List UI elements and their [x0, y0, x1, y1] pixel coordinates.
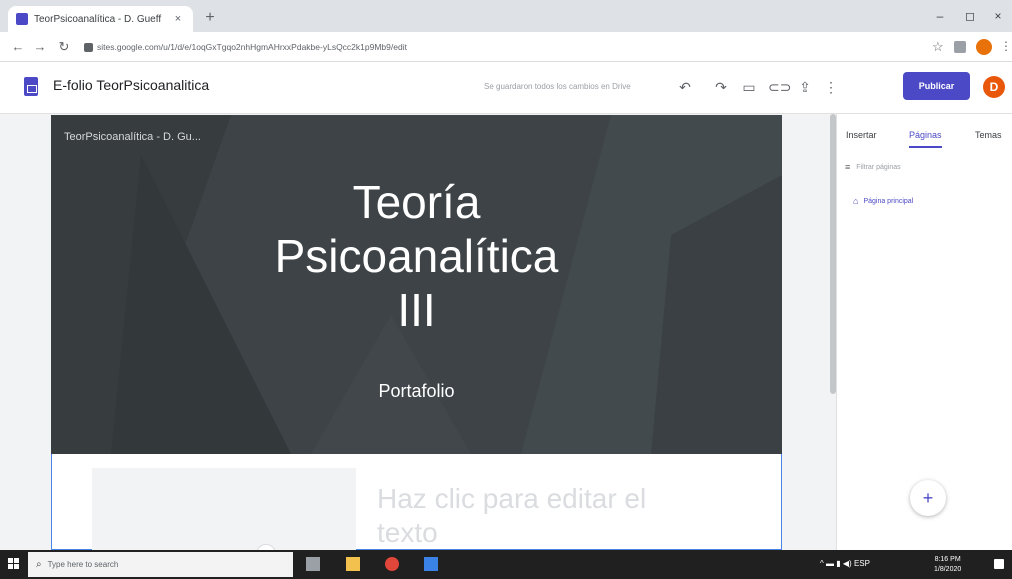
address-bar: ← → ↻ sites.google.com/u/1/d/e/1oqGxTgqo…	[0, 32, 1012, 62]
more-options-icon[interactable]: ⋮	[822, 78, 840, 96]
tab-close-icon[interactable]: ×	[171, 13, 185, 25]
system-tray[interactable]: ^ ▬ ▮ ◀) ESP	[820, 559, 870, 568]
back-arrow-icon[interactable]: ←	[10, 39, 26, 55]
preview-icon[interactable]: ▭	[740, 78, 758, 96]
clock-time: 8:16 PM	[934, 556, 961, 563]
taskbar-search-input[interactable]: ⌕ Type here to search	[28, 552, 293, 577]
clock-date: 1/8/2020	[934, 566, 962, 573]
task-view-icon[interactable]	[306, 557, 320, 571]
add-page-button[interactable]: +	[910, 480, 946, 516]
sites-favicon-icon	[16, 13, 28, 25]
battery-icon[interactable]: ▮	[836, 559, 840, 568]
new-tab-button[interactable]: +	[200, 8, 220, 28]
tab-title: TeorPsicoanalítica - D. Gueff	[34, 13, 162, 25]
clock[interactable]: 8:16 PM 1/8/2020	[934, 555, 961, 575]
filter-placeholder: Filtrar páginas	[856, 163, 901, 171]
url-text: sites.google.com/u/1/d/e/1oqGxTgqo2nhHgm…	[97, 42, 407, 52]
page-item-label: Página principal	[863, 197, 914, 205]
save-status: Se guardaron todos los cambios en Drive	[484, 82, 631, 91]
hero-banner[interactable]: TeorPsicoanalítica - D. Gu... Teoría Psi…	[51, 115, 782, 454]
sites-editor-header: E-folio TeorPsicoanalitica Se guardaron …	[0, 62, 1012, 114]
hero-subtitle[interactable]: Portafolio	[51, 381, 782, 402]
hero-title-line: Psicoanalítica	[274, 230, 559, 282]
close-window-button[interactable]: ×	[984, 6, 1012, 26]
link-icon[interactable]: ⊂⊃	[768, 78, 791, 96]
extension-icon[interactable]	[954, 41, 966, 53]
google-sites-logo-icon[interactable]	[24, 77, 38, 96]
tray-arrow-icon[interactable]: ^	[820, 559, 824, 568]
bookmark-star-icon[interactable]: ☆	[932, 39, 944, 55]
image-placeholder[interactable]: +	[92, 468, 356, 564]
store-icon[interactable]	[424, 557, 438, 571]
language-indicator[interactable]: ESP	[854, 559, 870, 568]
content-section[interactable]: + Haz clic para editar el texto	[51, 454, 782, 564]
filter-icon: ≡	[845, 162, 851, 172]
filter-pages[interactable]: ≡ Filtrar páginas	[845, 162, 901, 172]
browser-menu-icon[interactable]: ⋮	[1000, 39, 1012, 53]
lock-icon	[84, 42, 93, 52]
hero-title[interactable]: Teoría Psicoanalítica III	[51, 175, 782, 337]
publish-button[interactable]: Publicar	[903, 72, 970, 100]
home-icon: ⌂	[853, 196, 859, 206]
windows-taskbar: ⌕ Type here to search ^ ▬ ▮ ◀) ESP 8:16 …	[0, 550, 1012, 579]
tab-insertar[interactable]: Insertar	[846, 122, 877, 148]
page-item-home[interactable]: ⌂ Página principal	[853, 196, 913, 206]
browser-tab[interactable]: TeorPsicoanalítica - D. Gueff ×	[8, 6, 193, 32]
text-placeholder[interactable]: Haz clic para editar el texto	[377, 482, 707, 550]
chrome-icon[interactable]	[385, 557, 399, 571]
avatar[interactable]: D	[983, 76, 1005, 98]
volume-icon[interactable]: ◀)	[843, 559, 852, 568]
reload-icon[interactable]: ↻	[56, 39, 72, 55]
browser-tab-strip: TeorPsicoanalítica - D. Gueff × + – ◻ ×	[0, 0, 1012, 32]
site-title[interactable]: E-folio TeorPsicoanalitica	[53, 77, 209, 93]
side-panel: Insertar Páginas Temas ≡ Filtrar páginas…	[836, 114, 1012, 550]
editor-canvas: TeorPsicoanalítica - D. Gu... Teoría Psi…	[0, 114, 830, 564]
undo-icon[interactable]: ↶	[676, 78, 694, 96]
forward-arrow-icon[interactable]: →	[32, 39, 48, 55]
url-field[interactable]: sites.google.com/u/1/d/e/1oqGxTgqo2nhHgm…	[84, 37, 926, 57]
minimize-button[interactable]: –	[926, 6, 954, 26]
file-explorer-icon[interactable]	[346, 557, 360, 571]
network-icon[interactable]: ▬	[826, 559, 834, 568]
redo-icon[interactable]: ↷	[712, 78, 730, 96]
windows-start-icon[interactable]	[8, 558, 20, 570]
search-icon: ⌕	[36, 559, 42, 570]
browser-profile-icon[interactable]	[976, 39, 992, 55]
search-placeholder: Type here to search	[47, 560, 119, 569]
tab-temas[interactable]: Temas	[975, 122, 1002, 148]
tab-paginas[interactable]: Páginas	[909, 122, 942, 148]
hero-title-line: III	[397, 284, 436, 336]
share-icon[interactable]: ⇪	[796, 78, 814, 96]
notification-icon[interactable]	[994, 559, 1004, 569]
site-nav-title[interactable]: TeorPsicoanalítica - D. Gu...	[64, 131, 201, 143]
maximize-button[interactable]: ◻	[956, 6, 984, 26]
hero-title-line: Teoría	[352, 176, 481, 228]
